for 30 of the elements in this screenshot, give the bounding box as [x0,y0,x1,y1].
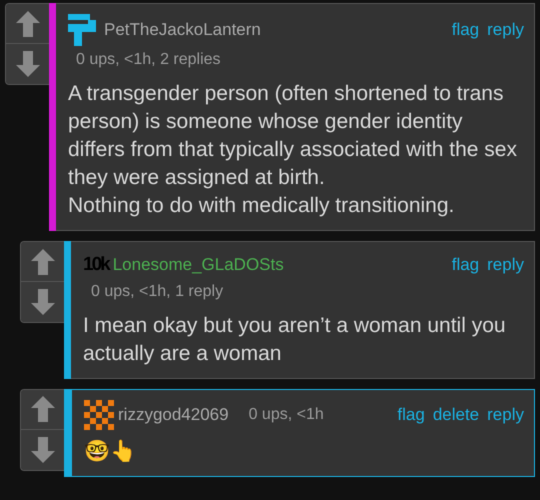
upvote-button[interactable] [6,4,49,44]
action-link[interactable]: reply [487,402,524,428]
downvote-button[interactable] [21,430,64,470]
up-arrow-icon [16,10,40,36]
comment-text: A transgender person (often shortened to trans person) is someone whose gender identity differs from that typically associated with the sex they were assigned at birth. [68,81,518,191]
username[interactable]: Lonesome_GLaDOSts [112,252,284,278]
action-link[interactable]: flag [397,402,425,428]
action-link[interactable]: delete [432,402,480,428]
down-arrow-icon [16,51,40,77]
up-arrow-icon [30,396,54,422]
down-arrow-icon [30,436,54,462]
action-link[interactable]: flag [452,17,480,43]
upvote-button[interactable] [21,242,64,282]
username[interactable]: rizzygod42069 [118,402,229,428]
action-link[interactable]: reply [487,17,524,43]
avatar-icon [84,400,114,430]
downvote-button[interactable] [6,44,49,84]
comment-text: 🤓👆 [84,438,137,464]
comment-text: I mean okay but you aren’t a woman until you actually are a woman [83,312,507,366]
action-link[interactable]: reply [487,252,524,278]
downvote-button[interactable] [21,282,64,322]
username[interactable]: PetTheJackoLantern [104,17,261,43]
comment-meta: 0 ups, <1h [248,406,324,422]
action-link[interactable]: flag [452,252,480,278]
up-arrow-icon [30,248,54,274]
upvote-button[interactable] [21,390,64,430]
comment-meta: 0 ups, <1h, 2 replies [76,51,221,68]
comment-text: Nothing to do with medically transitioning. [68,193,456,219]
down-arrow-icon [30,289,54,315]
comment-meta: 0 ups, <1h, 1 reply [91,282,224,300]
